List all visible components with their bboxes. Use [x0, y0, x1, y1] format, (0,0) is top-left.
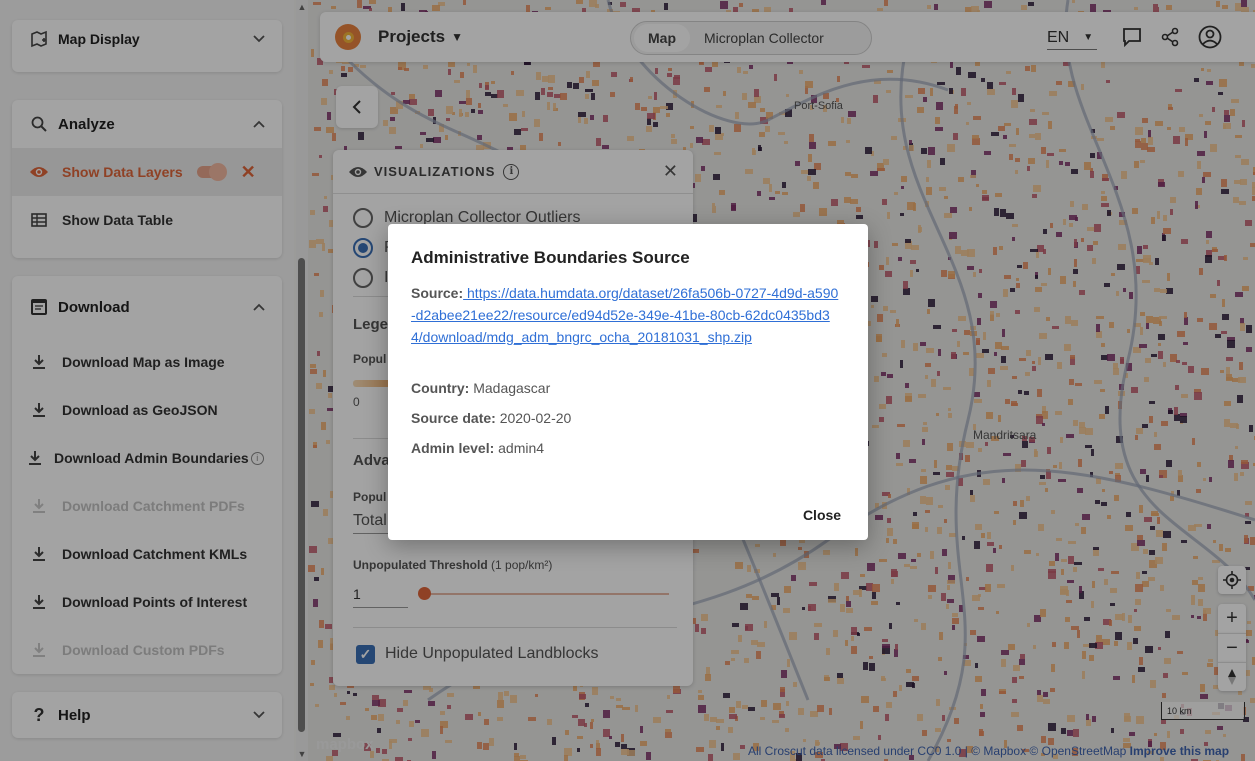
source-dialog: Administrative Boundaries Source Source:… [388, 224, 868, 540]
source-date-label: Source date: [411, 410, 496, 426]
admin-level-label: Admin level: [411, 440, 495, 456]
source-row: Source: https://data.humdata.org/dataset… [411, 282, 841, 348]
admin-level-value: admin4 [498, 440, 545, 456]
source-link[interactable]: https://data.humdata.org/dataset/26fa506… [411, 285, 838, 345]
country-label: Country: [411, 380, 470, 396]
country-value: Madagascar [473, 380, 551, 396]
source-date-row: Source date: 2020-02-20 [411, 410, 571, 426]
country-row: Country: Madagascar [411, 380, 550, 396]
dialog-title: Administrative Boundaries Source [411, 248, 690, 267]
source-date-value: 2020-02-20 [499, 410, 572, 426]
source-label: Source: [411, 285, 464, 301]
close-button[interactable]: Close [792, 503, 852, 527]
admin-level-row: Admin level: admin4 [411, 440, 544, 456]
